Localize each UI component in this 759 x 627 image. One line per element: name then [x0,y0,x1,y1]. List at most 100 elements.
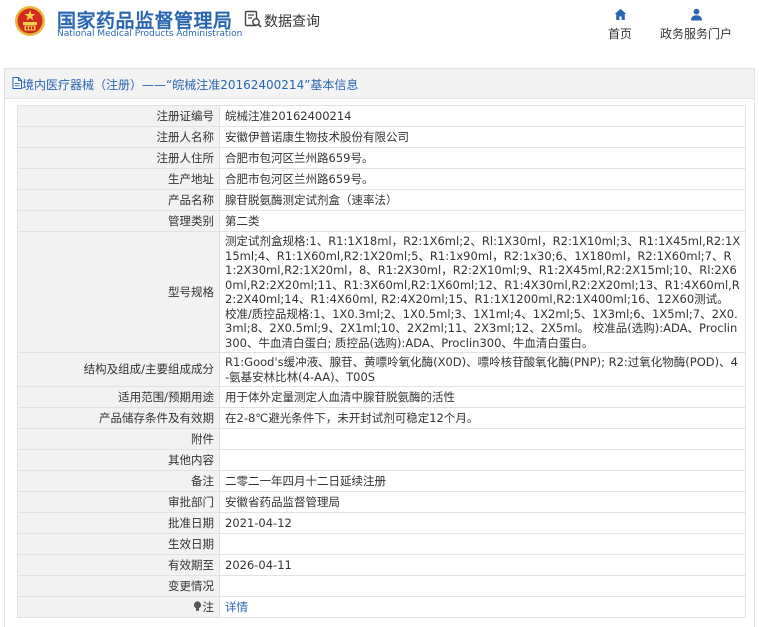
field-row-registrant-address: 注册人住所 合肥市包河区兰州路659号。 [17,147,746,169]
field-value: 腺苷脱氨酶测定试剂盒（速率法） [219,189,746,211]
nav-home-link[interactable]: 首页 [602,6,638,42]
field-label: 备注 [17,470,220,492]
field-label-text: 批准日期 [168,515,214,530]
field-label: 变更情况 [17,575,220,597]
field-value-text: 合肥市包河区兰州路659号。 [225,171,374,186]
field-value: 详情 [219,596,746,618]
field-row-product-name: 产品名称 腺苷脱氨酶测定试剂盒（速率法） [17,189,746,211]
field-label-text: 管理类别 [168,213,214,228]
document-icon [12,77,22,89]
field-value [219,575,746,597]
field-row-notes: 注详情 [17,596,746,618]
field-label: 附件 [17,428,220,450]
field-value: R1:Good's缓冲液、腺苷、黄嘌呤氧化酶(X0D)、嘌呤核苷酸氧化酶(PNP… [219,352,746,387]
field-label-text: 注 [202,599,215,614]
field-value-text: 皖械注准20162400214 [225,108,352,123]
field-value: 安徽伊普诺康生物技术股份有限公司 [219,126,746,148]
field-label-text: 生效日期 [168,536,214,551]
field-label: 注 [17,596,220,618]
field-label: 生效日期 [17,533,220,555]
field-value-text: 用于体外定量测定人血清中腺苷脱氨酶的活性 [225,389,455,404]
field-row-other-content: 其他内容 [17,449,746,471]
field-label-text: 附件 [191,431,214,446]
record-panel: 境内医疗器械（注册）——“皖械注准20162400214”基本信息 注册证编号皖… [4,68,755,627]
field-value: 二零二一年四月十二日延续注册 [219,470,746,492]
field-value-text: 在2-8℃避光条件下，未开封试剂可稳定12个月。 [225,410,479,425]
nav-service-portal-link[interactable]: 政务服务门户 [657,6,735,42]
details-link[interactable]: 详情 [225,600,248,614]
field-label: 产品名称 [17,189,220,211]
field-label-text: 产品名称 [168,192,214,207]
field-value [219,428,746,450]
field-row-registrant-name: 注册人名称 安徽伊普诺康生物技术股份有限公司 [17,126,746,148]
breadcrumb: 境内医疗器械（注册）——“皖械注准20162400214”基本信息 [22,78,359,92]
field-label-text: 备注 [191,473,214,488]
field-value-text: R1:Good's缓冲液、腺苷、黄嘌呤氧化酶(X0D)、嘌呤核苷酸氧化酶(PNP… [225,355,738,384]
field-value-text: 安徽伊普诺康生物技术股份有限公司 [225,129,409,144]
field-value-text: 安徽省药品监督管理局 [225,494,340,509]
field-label: 注册人名称 [17,126,220,148]
field-row-attachments: 附件 [17,428,746,450]
lightbulb-icon [193,601,201,611]
field-value-text: 合肥市包河区兰州路659号。 [225,150,374,165]
field-label: 其他内容 [17,449,220,471]
registration-info-table: 注册证编号 皖械注准20162400214 注册人名称 安徽伊普诺康生物技术股份有限公… [17,105,746,618]
nav-service-label: 政务服务门户 [659,27,732,41]
field-label-text: 型号规格 [168,284,214,299]
field-row-change-history: 变更情况 [17,575,746,597]
field-label: 型号规格 [17,231,220,353]
field-row-production-address: 生产地址 合肥市包河区兰州路659号。 [17,168,746,190]
field-value: 在2-8℃避光条件下，未开封试剂可稳定12个月。 [219,407,746,429]
field-label: 结构及组成/主要组成成分 [17,352,220,387]
field-row-approval-date: 批准日期 2021-04-12 [17,512,746,534]
field-row-storage-validity: 产品储存条件及有效期 在2-8℃避光条件下，未开封试剂可稳定12个月。 [17,407,746,429]
field-label-text: 变更情况 [168,578,214,593]
field-value-text: 第二类 [225,213,260,228]
site-logo-subtitle[interactable]: National Medical Products Administration [57,29,242,39]
field-value-text: 测定试剂盒规格:1、R1:1X18ml，R2:1X6ml;2、Rl:1X30ml… [225,234,741,350]
field-label-text: 生产地址 [168,171,214,186]
field-label-text: 注册证编号 [156,108,215,123]
field-row-management-category: 管理类别 第二类 [17,210,746,232]
field-label-text: 结构及组成/主要组成成分 [83,362,214,377]
nav-home-label: 首页 [607,27,632,41]
field-value: 2026-04-11 [219,554,746,576]
field-row-reg-cert-no: 注册证编号 皖械注准20162400214 [17,105,746,127]
field-value-text: 二零二一年四月十二日延续注册 [225,473,386,488]
panel-header: 境内医疗器械（注册）——“皖械注准20162400214”基本信息 [5,69,754,99]
field-value: 测定试剂盒规格:1、R1:1X18ml，R2:1X6ml;2、Rl:1X30ml… [219,231,746,353]
field-label: 注册证编号 [17,105,220,127]
field-label-text: 适用范围/预期用途 [118,389,214,404]
field-label: 批准日期 [17,512,220,534]
field-label: 适用范围/预期用途 [17,386,220,408]
field-value: 用于体外定量测定人血清中腺苷脱氨酶的活性 [219,386,746,408]
field-label: 审批部门 [17,491,220,513]
user-icon [690,8,702,21]
data-search-icon [244,10,262,28]
field-label: 生产地址 [17,168,220,190]
field-label-text: 其他内容 [168,452,214,467]
field-value: 2021-04-12 [219,512,746,534]
field-row-intended-use: 适用范围/预期用途 用于体外定量测定人血清中腺苷脱氨酶的活性 [17,386,746,408]
field-label-text: 注册人住所 [156,150,215,165]
field-label-text: 有效期至 [168,557,214,572]
field-row-composition: 结构及组成/主要组成成分 R1:Good's缓冲液、腺苷、黄嘌呤氧化酶(X0D)、… [17,352,746,387]
field-label-text: 注册人名称 [156,129,215,144]
field-label-text: 产品储存条件及有效期 [99,410,214,425]
field-value: 第二类 [219,210,746,232]
field-value: 皖械注准20162400214 [219,105,746,127]
field-row-effective-date: 生效日期 [17,533,746,555]
field-label: 管理类别 [17,210,220,232]
field-value-text: 2026-04-11 [225,557,292,572]
field-value-text: 2021-04-12 [225,515,292,530]
field-value-text: 腺苷脱氨酶测定试剂盒（速率法） [225,192,398,207]
field-row-approval-dept: 审批部门 安徽省药品监督管理局 [17,491,746,513]
field-row-remarks: 备注 二零二一年四月十二日延续注册 [17,470,746,492]
field-row-expiry-date: 有效期至 2026-04-11 [17,554,746,576]
field-label: 注册人住所 [17,147,220,169]
field-value [219,449,746,471]
data-search-title: 数据查询 [264,14,320,30]
field-label-text: 审批部门 [168,494,214,509]
national-emblem-icon [15,6,45,36]
site-header: 国家药品监督管理局 National Medical Products Admi… [0,0,759,62]
